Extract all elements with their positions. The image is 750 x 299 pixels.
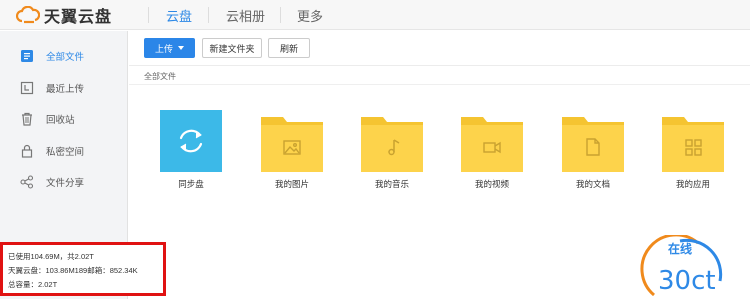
watermark-text-bottom: 30ct <box>658 266 716 296</box>
folder-icon <box>562 117 624 172</box>
file-name: 同步盘 <box>178 179 204 189</box>
watermark-logo: 在线 30ct <box>640 235 723 297</box>
all-files-icon <box>21 50 33 62</box>
toolbar: 上传 新建文件夹 刷新 <box>129 31 750 66</box>
upload-button[interactable]: 上传 <box>144 38 195 58</box>
sync-folder-tile <box>160 110 222 172</box>
folder-icon <box>361 117 423 172</box>
sidebar-item-label: 全部文件 <box>46 52 85 63</box>
share-icon <box>20 175 34 189</box>
top-header: 天翼云盘 云盘 云相册 更多 <box>0 0 750 30</box>
logo-text: 天翼云盘 <box>44 9 113 26</box>
header-divider <box>280 7 281 23</box>
sidebar-item-private-space[interactable]: 私密空间 <box>0 139 128 163</box>
file-name: 我的应用 <box>675 179 710 189</box>
storage-usage-panel: 已使用104.69M，共2.02T 天翼云盘：103.86M189邮箱：852.… <box>0 242 166 296</box>
app-window: 天翼云盘 云盘 云相册 更多 全部文件 最近上传 回收站 私密空间 文件分享 上… <box>0 0 750 299</box>
storage-total-text: 总容量：2.02T <box>8 280 58 289</box>
folder-icon <box>662 117 724 172</box>
sidebar-item-label: 私密空间 <box>46 147 85 158</box>
storage-detail-text: 天翼云盘：103.86M189邮箱：852.34K <box>8 266 138 275</box>
sidebar-item-label: 文件分享 <box>46 178 85 189</box>
new-folder-button[interactable]: 新建文件夹 <box>202 38 262 58</box>
cloud-logo-icon <box>16 6 40 24</box>
file-name: 我的图片 <box>274 179 309 189</box>
file-name: 我的文档 <box>575 179 610 189</box>
recent-upload-icon <box>20 81 34 95</box>
header-divider <box>148 7 149 23</box>
nav-more[interactable]: 更多 <box>297 6 323 25</box>
sidebar-item-file-share[interactable]: 文件分享 <box>0 170 128 194</box>
file-name: 我的音乐 <box>374 179 409 189</box>
storage-used-text: 已使用104.69M，共2.02T <box>8 252 94 261</box>
folder-icon <box>261 117 323 172</box>
sidebar-item-all-files[interactable]: 全部文件 <box>0 44 128 68</box>
header-divider <box>208 7 209 23</box>
logo[interactable]: 天翼云盘 <box>16 4 112 26</box>
file-name: 我的视频 <box>474 179 509 189</box>
upload-button-label: 上传 <box>154 43 173 54</box>
trash-icon <box>22 112 32 126</box>
sidebar-item-label: 最近上传 <box>46 84 85 95</box>
sidebar-item-label: 回收站 <box>46 115 75 126</box>
breadcrumb[interactable]: 全部文件 <box>144 71 176 82</box>
watermark-text-top: 在线 <box>668 241 692 256</box>
nav-cloud-drive[interactable]: 云盘 <box>166 6 192 25</box>
sidebar-item-recent-upload[interactable]: 最近上传 <box>0 76 128 100</box>
folder-icon <box>461 117 523 172</box>
nav-cloud-album[interactable]: 云相册 <box>226 6 265 25</box>
divider <box>129 84 750 85</box>
chevron-down-icon <box>178 46 184 50</box>
lock-icon <box>21 144 33 158</box>
refresh-button[interactable]: 刷新 <box>268 38 310 58</box>
sidebar-item-trash[interactable]: 回收站 <box>0 107 128 131</box>
